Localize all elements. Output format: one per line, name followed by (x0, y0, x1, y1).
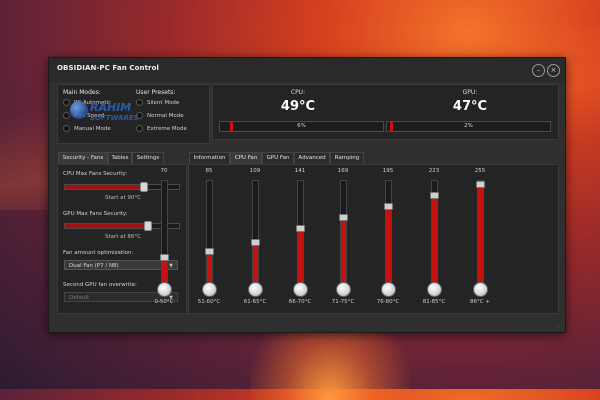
fan-knob-icon[interactable] (381, 282, 396, 297)
mode-pc-automatic[interactable]: PC Automatic (63, 99, 111, 108)
fan-speed-slider[interactable] (205, 180, 214, 286)
preset-extreme[interactable]: Extreme Mode (136, 125, 187, 134)
temperature-panel: CPU: 49°C 6% GPU: 47°C 2% (212, 84, 559, 140)
mode-manual[interactable]: Manual Mode (63, 125, 111, 134)
preset-silent[interactable]: Silent Mode (136, 99, 179, 108)
main-modes-title: Main Modes: (63, 89, 101, 96)
fan-temp-range: 81-85°C (422, 299, 446, 305)
fan-temp-range: 61-65°C (243, 299, 267, 305)
fan-speed-slider[interactable] (476, 180, 485, 286)
radio-icon (136, 99, 143, 106)
preset-normal[interactable]: Normal Mode (136, 112, 184, 121)
fan-knob-icon[interactable] (157, 282, 172, 297)
fan-knob-icon[interactable] (248, 282, 263, 297)
radio-icon (136, 112, 143, 119)
cpu-security-fill (65, 185, 143, 189)
fan-speed-slider[interactable] (430, 180, 439, 286)
fan-speed-fill (298, 227, 303, 285)
fan-speed-value: 195 (382, 168, 394, 174)
cpu-temp-value: 49°C (280, 99, 316, 114)
fan-speed-column: 223 81-85°C (414, 168, 454, 308)
close-button[interactable]: × (547, 64, 560, 77)
gpu-temp-value: 47°C (452, 99, 488, 114)
fan-speed-handle[interactable] (430, 192, 439, 199)
cpu-load-text: 6% (297, 123, 306, 129)
fan-temp-range: 0-50°C (154, 299, 174, 305)
fan-temp-range: 76-80°C (376, 299, 400, 305)
fan-speed-column: 141 66-70°C (280, 168, 320, 308)
minimize-button[interactable]: – (532, 64, 545, 77)
second-gpu-label: Second GPU fan overwrite: (63, 282, 137, 288)
fan-speed-fill (207, 250, 212, 285)
fan-control-window: OBSIDIAN-PC Fan Control – × Main Modes: … (48, 57, 566, 333)
fan-speed-handle[interactable] (296, 225, 305, 232)
fan-speed-column: 255 86°C + (460, 168, 500, 308)
fan-speed-value: 70 (160, 168, 168, 174)
fan-speed-handle[interactable] (160, 254, 169, 261)
radio-icon (63, 112, 70, 119)
fan-speed-handle[interactable] (476, 181, 485, 188)
fan-temp-range: 71-75°C (331, 299, 355, 305)
fan-speed-value: 109 (249, 168, 261, 174)
fan-speed-fill (253, 241, 258, 285)
radio-icon (63, 99, 70, 106)
fan-optimization-label: Fan amount optimization: (63, 250, 134, 256)
title-bar[interactable]: OBSIDIAN-PC Fan Control – × (49, 58, 565, 82)
fan-speed-fill (341, 216, 346, 285)
fan-speed-slider[interactable] (296, 180, 305, 286)
fan-speed-slider[interactable] (251, 180, 260, 286)
fan-temp-range: 51-60°C (197, 299, 221, 305)
fan-knob-icon[interactable] (427, 282, 442, 297)
gpu-load-text: 2% (464, 123, 473, 129)
window-title: OBSIDIAN-PC Fan Control (57, 64, 159, 72)
fan-speed-handle[interactable] (205, 248, 214, 255)
fan-knob-icon[interactable] (293, 282, 308, 297)
fan-speed-handle[interactable] (251, 239, 260, 246)
fan-speed-value: 223 (428, 168, 440, 174)
gpu-temp-label: GPU: (462, 89, 478, 96)
fan-knob-icon[interactable] (336, 282, 351, 297)
modes-panel: Main Modes: User Presets: PC Automatic M… (57, 84, 210, 144)
fan-speed-handle[interactable] (339, 214, 348, 221)
mode-max-speed[interactable]: Max Speed (63, 112, 104, 121)
fan-speed-slider[interactable] (339, 180, 348, 286)
resize-grip-icon[interactable]: ⋰ (556, 322, 562, 329)
fan-speed-slider[interactable] (160, 180, 169, 286)
fan-knob-icon[interactable] (202, 282, 217, 297)
fan-speed-value: 169 (337, 168, 349, 174)
fan-temp-range: 86°C + (470, 299, 490, 305)
fan-speed-column: 169 71-75°C (323, 168, 363, 308)
fan-temp-range: 66-70°C (288, 299, 312, 305)
fan-speed-fill (432, 194, 437, 285)
gpu-load-bar: 2% (386, 121, 551, 132)
radio-icon (63, 125, 70, 132)
fan-knob-icon[interactable] (473, 282, 488, 297)
fan-speed-value: 85 (205, 168, 213, 174)
fan-speed-column: 70 0-50°C (144, 168, 184, 308)
cpu-load-bar: 6% (219, 121, 384, 132)
fan-speed-value: 141 (294, 168, 306, 174)
fan-speed-column: 195 76-80°C (368, 168, 408, 308)
cpu-temp-label: CPU: (290, 89, 306, 96)
fan-speed-fill (386, 205, 391, 285)
gpu-security-fill (65, 224, 147, 228)
cpu-security-label: CPU Max Fans Security: (63, 171, 128, 177)
gpu-security-label: GPU Max Fans Security: (63, 211, 128, 217)
fan-speed-column: 109 61-65°C (235, 168, 275, 308)
fan-speed-slider[interactable] (384, 180, 393, 286)
fan-speed-handle[interactable] (384, 203, 393, 210)
user-presets-title: User Presets: (136, 89, 176, 96)
fan-speed-value: 255 (474, 168, 486, 174)
fan-speed-fill (478, 181, 483, 285)
fan-speed-column: 85 51-60°C (189, 168, 229, 308)
radio-icon (136, 125, 143, 132)
